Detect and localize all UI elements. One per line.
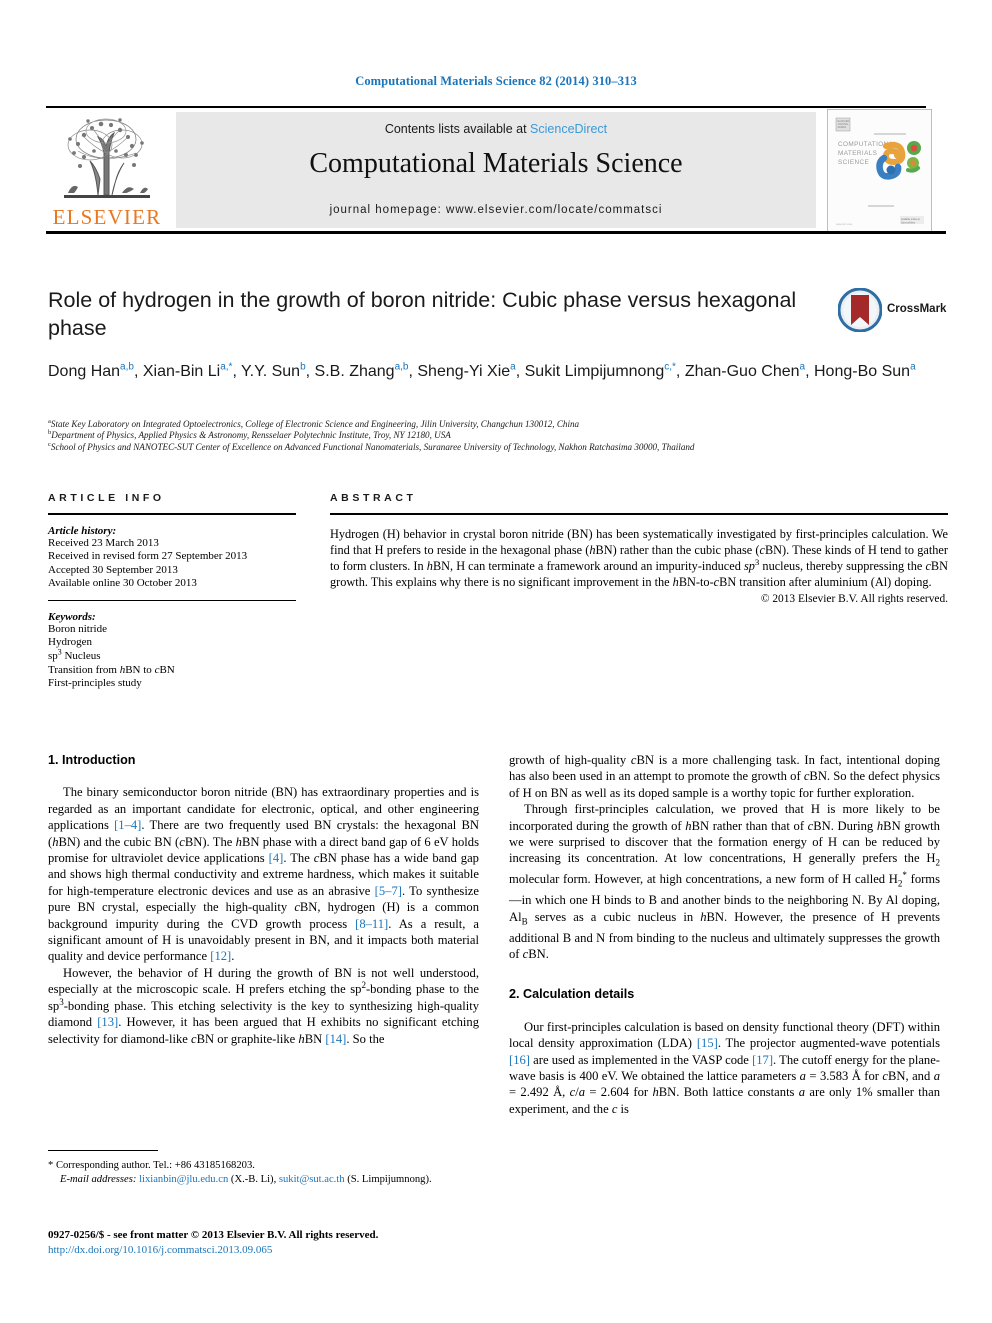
corresponding-author-note: * Corresponding author. Tel.: +86 431851… [48,1160,255,1171]
article-info-block: ARTICLE INFO Article history: Received 2… [48,492,296,691]
article-history-label: Article history: [48,524,117,537]
svg-text:Available online at: Available online at [901,218,920,221]
svg-text:SCIENCE: SCIENCE [838,159,869,166]
section-heading-introduction: 1. Introduction [48,753,136,767]
section-heading-calculation-details: 2. Calculation details [509,987,635,1002]
affiliation-item: bDepartment of Physics, Applied Physics … [48,430,948,441]
crossmark-badge[interactable]: CrossMark [838,288,948,336]
body-column-right: growth of high-quality cBN is a more cha… [509,752,940,1117]
contents-prefix: Contents lists available at [384,122,527,136]
affiliation-list: aState Key Laboratory on Integrated Opto… [48,418,948,453]
elsevier-tree-icon [64,118,150,198]
masthead-bottom-rule [46,231,946,234]
crossmark-icon [838,288,882,332]
keyword-item: First-principles study [48,677,142,690]
abstract-block: ABSTRACT Hydrogen (H) behavior in crysta… [330,492,948,605]
contents-lists-line: Contents lists available at ScienceDirec… [176,122,816,136]
journal-banner: Contents lists available at ScienceDirec… [176,112,816,228]
keyword-item: Hydrogen [48,636,92,649]
affiliation-item: cSchool of Physics and NANOTEC-SUT Cente… [48,441,948,453]
keywords-label: Keywords: [48,610,96,623]
doi-link[interactable]: http://dx.doi.org/10.1016/j.commatsci.20… [48,1243,568,1258]
page-title: Role of hydrogen in the growth of boron … [48,288,797,340]
keyword-item: Transition from hBN to cBN [48,663,175,676]
svg-text:ISSN 0927-0256: ISSN 0927-0256 [836,224,853,226]
journal-cover-thumbnail: ELSEVIER JOURNAL SERIES COMPUTATIONAL MA… [827,109,932,233]
svg-text:ScienceDirect: ScienceDirect [901,222,916,225]
crossmark-label: CrossMark [887,303,947,315]
paragraph: Our first-principles calculation is base… [509,1019,940,1116]
journal-masthead: ELSEVIER Contents lists available at Sci… [46,106,946,234]
running-head: Computational Materials Science 82 (2014… [355,74,637,88]
author-list: Dong Hana,b, Xian-Bin Lia,*, Y.Y. Sunb, … [48,361,916,380]
page-footer: 0927-0256/$ - see front matter © 2013 El… [48,1228,568,1257]
affiliation-text: State Key Laboratory on Integrated Optoe… [50,419,580,429]
affiliation-text: School of Physics and NANOTEC-SUT Center… [50,441,695,452]
keywords-block: Keywords: Boron nitride Hydrogen sp3 Nuc… [48,599,296,691]
affiliation-item: aState Key Laboratory on Integrated Opto… [48,418,948,430]
footnote-rule [48,1150,158,1151]
paragraph: Through first-principles calculation, we… [509,802,941,962]
elsevier-logo: ELSEVIER [48,111,166,229]
paper-page: Computational Materials Science 82 (2014… [0,0,992,1323]
abstract-copyright: © 2013 Elsevier B.V. All rights reserved… [760,592,948,605]
article-history-item: Received in revised form 27 September 20… [48,550,248,563]
footnote-block: * Corresponding author. Tel.: +86 431851… [48,1150,479,1187]
paragraph: The binary semiconductor boron nitride (… [48,785,480,964]
keyword-item: sp3 Nucleus [48,647,101,663]
masthead-top-rule [46,106,926,108]
article-history-item: Received 23 March 2013 [48,536,159,549]
abstract-heading: ABSTRACT [330,492,417,504]
article-info-rule [48,513,296,515]
svg-text:SERIES: SERIES [838,126,847,129]
issn-line: 0927-0256/$ - see front matter © 2013 El… [48,1229,379,1241]
abstract-rule [330,513,948,515]
email-addresses-note: E-mail addresses: lixianbin@jlu.edu.cn (… [60,1174,432,1185]
keyword-item: Boron nitride [48,622,107,635]
elsevier-wordmark: ELSEVIER [52,205,162,229]
journal-homepage-line[interactable]: journal homepage: www.elsevier.com/locat… [176,204,816,216]
cover-artwork: ELSEVIER JOURNAL SERIES COMPUTATIONAL MA… [828,110,931,232]
article-history-item: Accepted 30 September 2013 [48,563,178,576]
sciencedirect-link[interactable]: ScienceDirect [530,122,607,136]
paragraph: growth of high-quality cBN is a more cha… [509,753,940,800]
affiliation-text: Department of Physics, Applied Physics &… [51,430,451,441]
article-info-heading: ARTICLE INFO [48,492,165,504]
svg-text:MATERIALS: MATERIALS [838,150,877,157]
journal-title: Computational Materials Science [309,148,683,179]
keywords-rule [48,599,296,601]
article-history-item: Available online 30 October 2013 [48,577,197,590]
paragraph: However, the behavior of H during the gr… [48,965,479,1046]
abstract-text: Hydrogen (H) behavior in crystal boron n… [330,526,948,589]
body-column-left: 1. Introduction The binary semiconductor… [48,752,479,1047]
